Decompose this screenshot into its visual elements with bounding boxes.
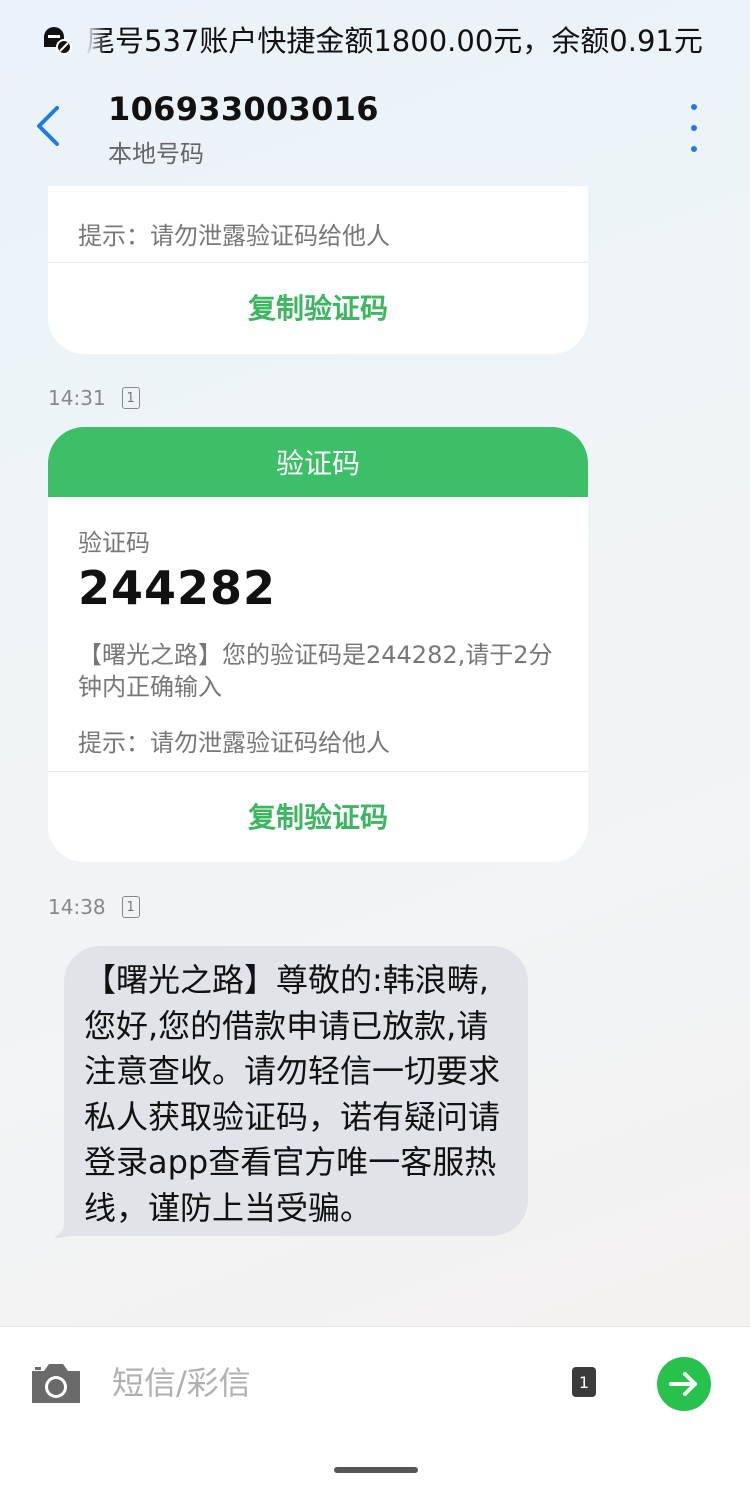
arrow-right-icon: [669, 1372, 697, 1396]
sms-input[interactable]: [112, 1357, 542, 1409]
contact-subtitle: 本地号码: [108, 140, 204, 168]
home-indicator[interactable]: [334, 1467, 418, 1473]
timestamp-text: 14:31: [48, 386, 106, 410]
otp-code[interactable]: 244282: [78, 561, 276, 615]
otp-card: 验证码 验证码 244282 【曙光之路】您的验证码是244282,请于2分钟内…: [48, 427, 588, 862]
otp-hint: 提示：请勿泄露验证码给他人: [78, 729, 390, 757]
otp-card-previous: 提示：请勿泄露验证码给他人 复制验证码: [48, 186, 588, 354]
message-timestamp: 14:31 1: [48, 386, 140, 410]
message-timestamp: 14:38 1: [48, 895, 140, 919]
copy-code-button[interactable]: 复制验证码: [48, 772, 588, 860]
otp-hint: 提示：请勿泄露验证码给他人: [78, 222, 390, 250]
message-block-icon: [44, 27, 72, 55]
notification-text: 尾号537账户快捷金额1800.00元，余额0.91元: [86, 24, 703, 58]
message-list[interactable]: 提示：请勿泄露验证码给他人 复制验证码 14:31 1 验证码 验证码 2442…: [0, 186, 750, 1326]
more-button[interactable]: [674, 104, 714, 152]
more-vertical-icon: [691, 104, 697, 110]
otp-code-label: 验证码: [78, 529, 150, 557]
status-bar: 尾号537账户快捷金额1800.00元，余额0.91元: [0, 0, 750, 78]
chevron-left-icon: [37, 106, 59, 146]
otp-card-header: 验证码: [48, 427, 588, 497]
message-bubble[interactable]: 【曙光之路】尊敬的:韩浪畴,您好,您的借款申请已放款,请注意查收。请勿轻信一切要…: [64, 946, 528, 1236]
sim-badge: 1: [121, 387, 140, 409]
sim-selector[interactable]: 1: [572, 1367, 596, 1397]
timestamp-text: 14:38: [48, 895, 106, 919]
send-button[interactable]: [657, 1357, 711, 1411]
message-composer: 1: [0, 1326, 750, 1500]
camera-icon[interactable]: [28, 1361, 84, 1405]
otp-message-body: 【曙光之路】您的验证码是244282,请于2分钟内正确输入: [78, 641, 553, 701]
sim-badge: 1: [121, 896, 140, 918]
conversation-header: 106933003016 本地号码: [0, 78, 750, 186]
back-button[interactable]: [26, 98, 70, 154]
contact-number: 106933003016: [108, 90, 379, 128]
copy-code-button[interactable]: 复制验证码: [48, 263, 588, 351]
